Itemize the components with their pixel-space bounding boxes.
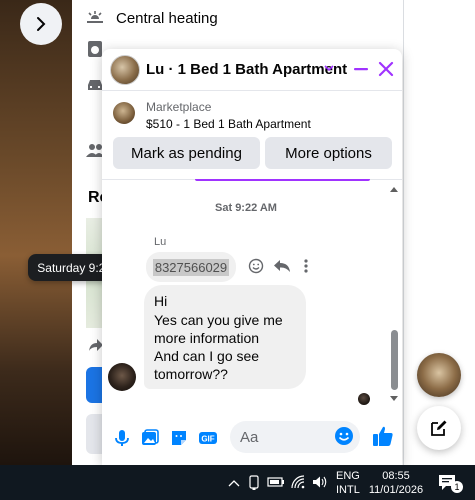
emoji-button[interactable] [334, 426, 354, 451]
mark-as-pending-button[interactable]: Mark as pending [113, 137, 260, 169]
message-line: And can I go see [154, 348, 260, 364]
phone-number-text: 8327566029 [152, 258, 230, 276]
volume-icon[interactable] [312, 475, 328, 489]
message-line: tomorrow?? [154, 366, 228, 382]
message-timestamp: Sat 9:22 AM [215, 202, 277, 214]
reply-icon [274, 260, 290, 272]
like-button[interactable] [372, 425, 394, 452]
svg-text:GIF: GIF [201, 435, 214, 444]
microphone-icon [115, 430, 129, 446]
chat-head-avatar[interactable] [417, 353, 461, 397]
thumbs-up-icon [373, 426, 393, 446]
more-options-button[interactable]: More options [265, 137, 392, 169]
amenity-heating: Central heating [86, 9, 218, 27]
new-message-button[interactable] [417, 406, 461, 450]
seen-indicator-avatar [358, 393, 370, 405]
chat-header: Lu · 1 Bed 1 Bath Apartment [102, 49, 402, 91]
notification-badge: 1 [451, 481, 463, 493]
chevron-down-icon[interactable] [323, 62, 335, 74]
chat-window: Lu · 1 Bed 1 Bath Apartment Marketplace … [102, 49, 402, 465]
reply-button[interactable] [273, 258, 291, 279]
sticker-icon [172, 431, 186, 445]
gif-button[interactable]: GIF [198, 428, 218, 448]
sticker-button[interactable] [169, 428, 189, 448]
input-language-indicator[interactable]: ENG INTL [336, 469, 360, 497]
keyboard-layout: INTL [336, 484, 360, 496]
heating-icon [86, 9, 104, 27]
avatar[interactable] [110, 55, 140, 85]
more-vertical-icon [304, 259, 308, 273]
close-button[interactable] [376, 59, 396, 79]
listing-title: $510 - 1 Bed 1 Bath Apartment [146, 117, 311, 131]
marketplace-label: Marketplace [146, 100, 212, 114]
accent-line [195, 179, 370, 181]
gif-icon: GIF [199, 432, 217, 444]
message-line: Yes can you give me [154, 312, 283, 328]
emoji-icon [335, 427, 353, 445]
message-line: Hi [154, 293, 168, 309]
more-actions-button[interactable] [303, 258, 309, 279]
message-bubble-phone[interactable]: 8327566029 [146, 252, 236, 282]
chevron-right-icon [37, 17, 46, 31]
background-photo [0, 0, 72, 465]
minimize-icon [354, 68, 368, 71]
chat-title[interactable]: Lu · 1 Bed 1 Bath Apartment [146, 61, 347, 78]
smiley-icon [248, 258, 264, 274]
clock-date: 11/01/2026 [368, 484, 424, 496]
close-icon [378, 61, 394, 77]
sender-name: Lu [154, 236, 167, 248]
listing-thumbnail [113, 102, 135, 124]
windows-taskbar: ENG INTL 08:55 11/01/2026 1 [0, 465, 475, 500]
message-bubble-text[interactable]: Hi Yes can you give me more information … [144, 285, 306, 389]
react-button[interactable] [248, 258, 264, 279]
message-line: more information [154, 330, 260, 346]
compose-icon [431, 420, 447, 436]
sender-avatar[interactable] [108, 363, 136, 391]
scroll-down-icon[interactable] [390, 396, 398, 402]
scrollbar-thumb[interactable] [391, 330, 398, 390]
meet-now-icon[interactable] [247, 475, 261, 491]
attach-photo-button[interactable] [140, 428, 160, 448]
minimize-button[interactable] [351, 59, 371, 79]
next-photo-button[interactable] [20, 3, 62, 45]
battery-icon[interactable] [267, 475, 285, 489]
marketplace-listing-card[interactable]: Marketplace $510 - 1 Bed 1 Bath Apartmen… [102, 91, 402, 137]
message-composer: GIF Aa [102, 419, 402, 461]
clock-time: 08:55 [382, 470, 410, 482]
voice-clip-button[interactable] [112, 428, 132, 448]
wifi-icon[interactable] [291, 475, 307, 489]
scroll-up-icon[interactable] [390, 186, 398, 192]
chevron-up-icon[interactable] [228, 479, 240, 487]
amenity-label: Central heating [116, 9, 218, 27]
photo-icon [142, 429, 159, 445]
system-clock[interactable]: 08:55 11/01/2026 [368, 469, 424, 497]
language-code: ENG [336, 470, 360, 482]
